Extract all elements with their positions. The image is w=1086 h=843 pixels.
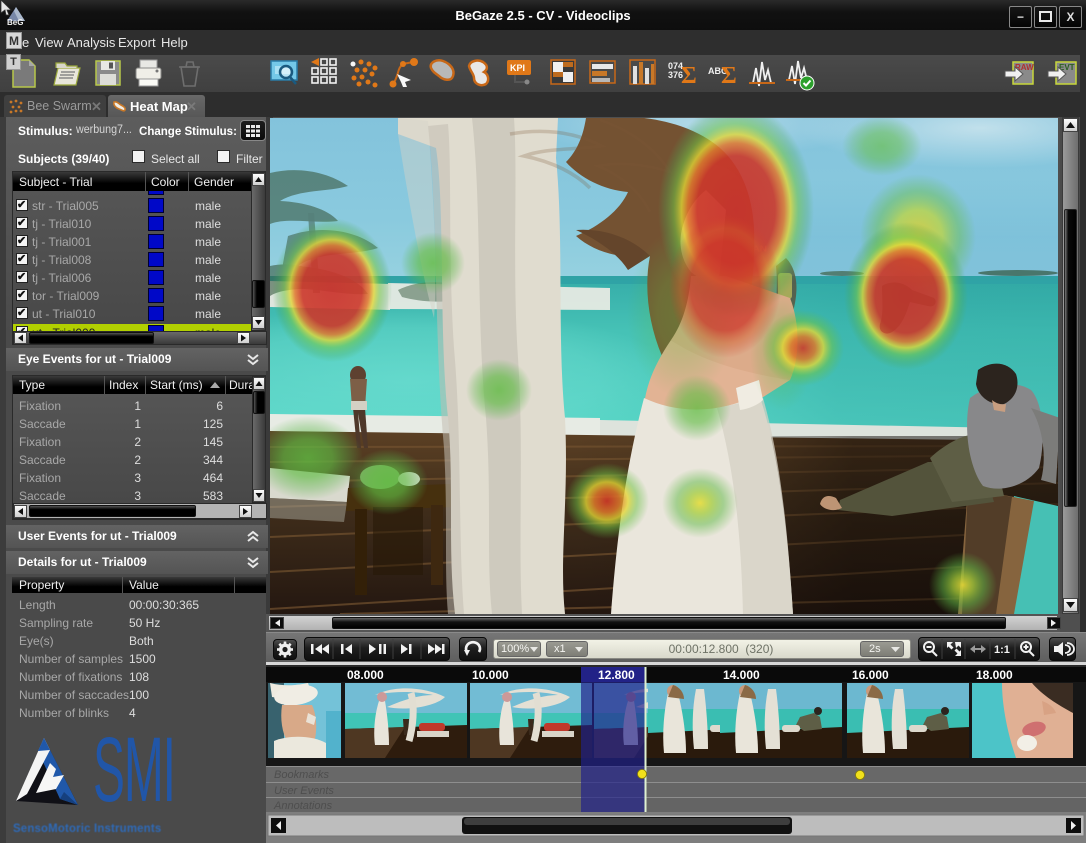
svg-text:Bookmarks: Bookmarks <box>274 769 330 781</box>
svg-text:Σ: Σ <box>721 63 737 89</box>
svg-text:Annotations: Annotations <box>273 800 333 812</box>
svg-text:18.000: 18.000 <box>976 668 1013 682</box>
svg-text:User Events: User Events <box>274 785 334 797</box>
svg-text:10.000: 10.000 <box>472 668 509 682</box>
svg-text:KPI: KPI <box>510 63 525 73</box>
svg-text:08.000: 08.000 <box>347 668 384 682</box>
svg-text:14.000: 14.000 <box>723 668 760 682</box>
svg-text:12.800: 12.800 <box>598 668 635 682</box>
svg-text:1:1: 1:1 <box>994 644 1010 656</box>
svg-text:16.000: 16.000 <box>852 668 889 682</box>
svg-text:Σ: Σ <box>681 63 697 89</box>
